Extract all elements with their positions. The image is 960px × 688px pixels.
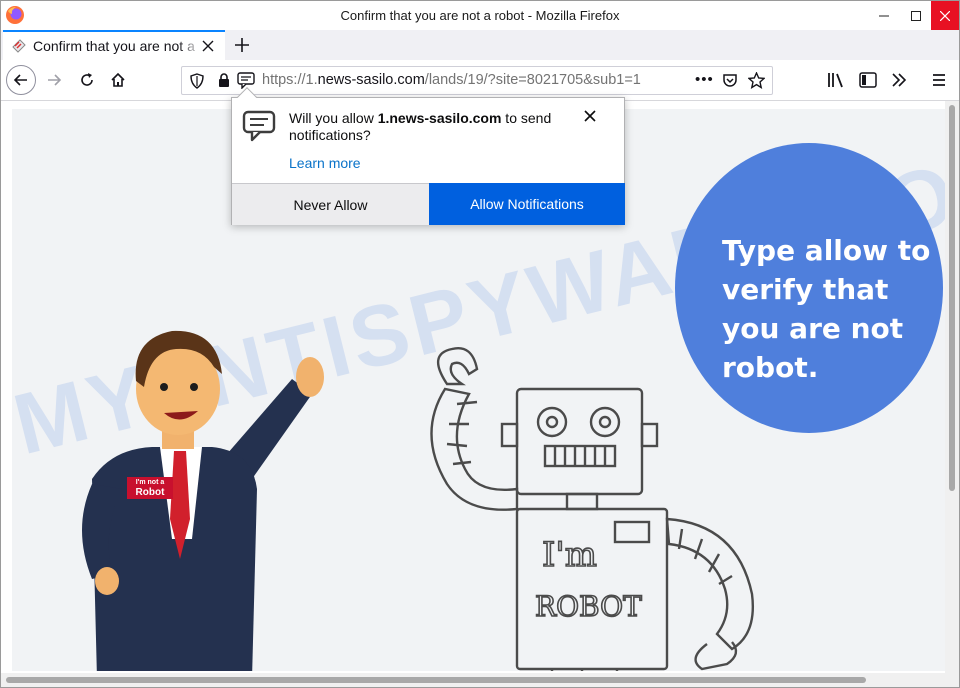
back-arrow-icon	[13, 74, 27, 86]
horizontal-scroll-thumb[interactable]	[6, 677, 866, 683]
minimize-button[interactable]	[867, 1, 901, 30]
home-icon	[111, 72, 125, 87]
tracking-shield-icon[interactable]	[190, 73, 204, 89]
page-actions-more-button[interactable]: •••	[695, 71, 714, 88]
url-domain: news-sasilo.com	[317, 72, 425, 88]
new-tab-icon[interactable]	[232, 35, 252, 55]
popup-message-domain: 1.news-sasilo.com	[377, 110, 502, 126]
vertical-scroll-thumb[interactable]	[949, 105, 955, 491]
vertical-scrollbar[interactable]	[945, 101, 959, 687]
tab-title-fade	[178, 32, 202, 60]
forward-button[interactable]	[39, 65, 69, 95]
bookmark-star-icon[interactable]	[748, 72, 765, 89]
back-button[interactable]	[6, 65, 36, 95]
reload-button[interactable]	[72, 65, 102, 95]
overflow-chevron-icon[interactable]	[891, 72, 907, 88]
maximize-icon	[911, 10, 921, 21]
robot-text-robot: ROBOT	[535, 590, 642, 623]
badge-line2: Robot	[135, 487, 165, 498]
close-window-button[interactable]	[931, 1, 959, 30]
horizontal-scrollbar[interactable]	[1, 673, 945, 687]
forward-arrow-icon	[48, 74, 62, 86]
notification-permission-popup: Will you allow 1.news-sasilo.com to send…	[231, 87, 625, 225]
popup-message: Will you allow 1.news-sasilo.com to send…	[289, 110, 559, 144]
url-text[interactable]: https://1.news-sasilo.com/lands/19/?site…	[262, 72, 682, 88]
minimize-icon	[879, 15, 889, 16]
tab-strip: Confirm that you are not a robot	[1, 30, 959, 60]
notification-chat-icon	[242, 110, 276, 142]
robot-sketch-illustration: I'm ROBOT	[430, 347, 754, 671]
sidebar-icon[interactable]	[859, 72, 877, 88]
title-bar: Confirm that you are not a robot - Mozil…	[1, 1, 959, 30]
hamburger-menu-icon[interactable]	[931, 72, 947, 88]
tab-active[interactable]: Confirm that you are not a robot	[3, 30, 225, 60]
popup-message-pre: Will you allow	[289, 110, 378, 126]
popup-close-icon[interactable]	[584, 110, 596, 122]
never-allow-button[interactable]: Never Allow	[232, 183, 429, 225]
lock-icon[interactable]	[218, 73, 230, 88]
notification-tab-icon	[12, 39, 26, 53]
url-path: /lands/19/?site=8021705&sub1=1	[424, 72, 641, 88]
businessman-illustration	[82, 330, 324, 671]
close-icon	[940, 10, 950, 21]
home-button[interactable]	[103, 65, 133, 95]
reload-icon	[81, 73, 93, 86]
firefox-window: Confirm that you are not a robot - Mozil…	[0, 0, 960, 688]
navigation-toolbar: https://1.news-sasilo.com/lands/19/?site…	[1, 60, 959, 101]
allow-notifications-button[interactable]: Allow Notifications	[429, 183, 625, 225]
library-icon[interactable]	[827, 72, 845, 88]
robot-text-im: I'm	[542, 535, 597, 575]
maximize-button[interactable]	[899, 1, 933, 30]
window-title: Confirm that you are not a robot - Mozil…	[340, 8, 620, 23]
tab-close-icon[interactable]	[201, 39, 215, 53]
instruction-text: Type allow to verify that you are not ro…	[722, 234, 931, 384]
url-prefix: https://1.	[262, 72, 318, 88]
pocket-icon[interactable]	[722, 72, 738, 88]
robot-badge: I'm not a Robot	[127, 477, 173, 499]
learn-more-link[interactable]: Learn more	[289, 155, 361, 171]
tab-title: Confirm that you are not a robot	[33, 38, 198, 54]
url-bar[interactable]: https://1.news-sasilo.com/lands/19/?site…	[181, 66, 773, 95]
